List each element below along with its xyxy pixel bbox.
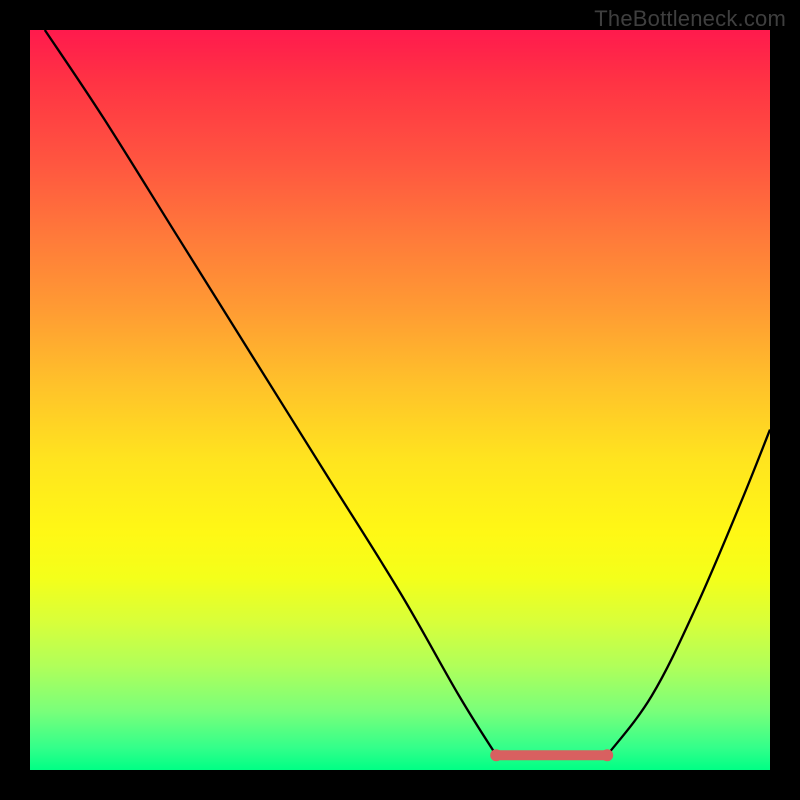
- flat-end-dot-right: [601, 749, 613, 761]
- curve-descent: [45, 30, 496, 755]
- curve-ascent: [607, 430, 770, 756]
- chart-frame: TheBottleneck.com: [0, 0, 800, 800]
- plot-area: [30, 30, 770, 770]
- flat-end-dot-left: [490, 749, 502, 761]
- curve-svg: [30, 30, 770, 770]
- watermark-text: TheBottleneck.com: [594, 6, 786, 32]
